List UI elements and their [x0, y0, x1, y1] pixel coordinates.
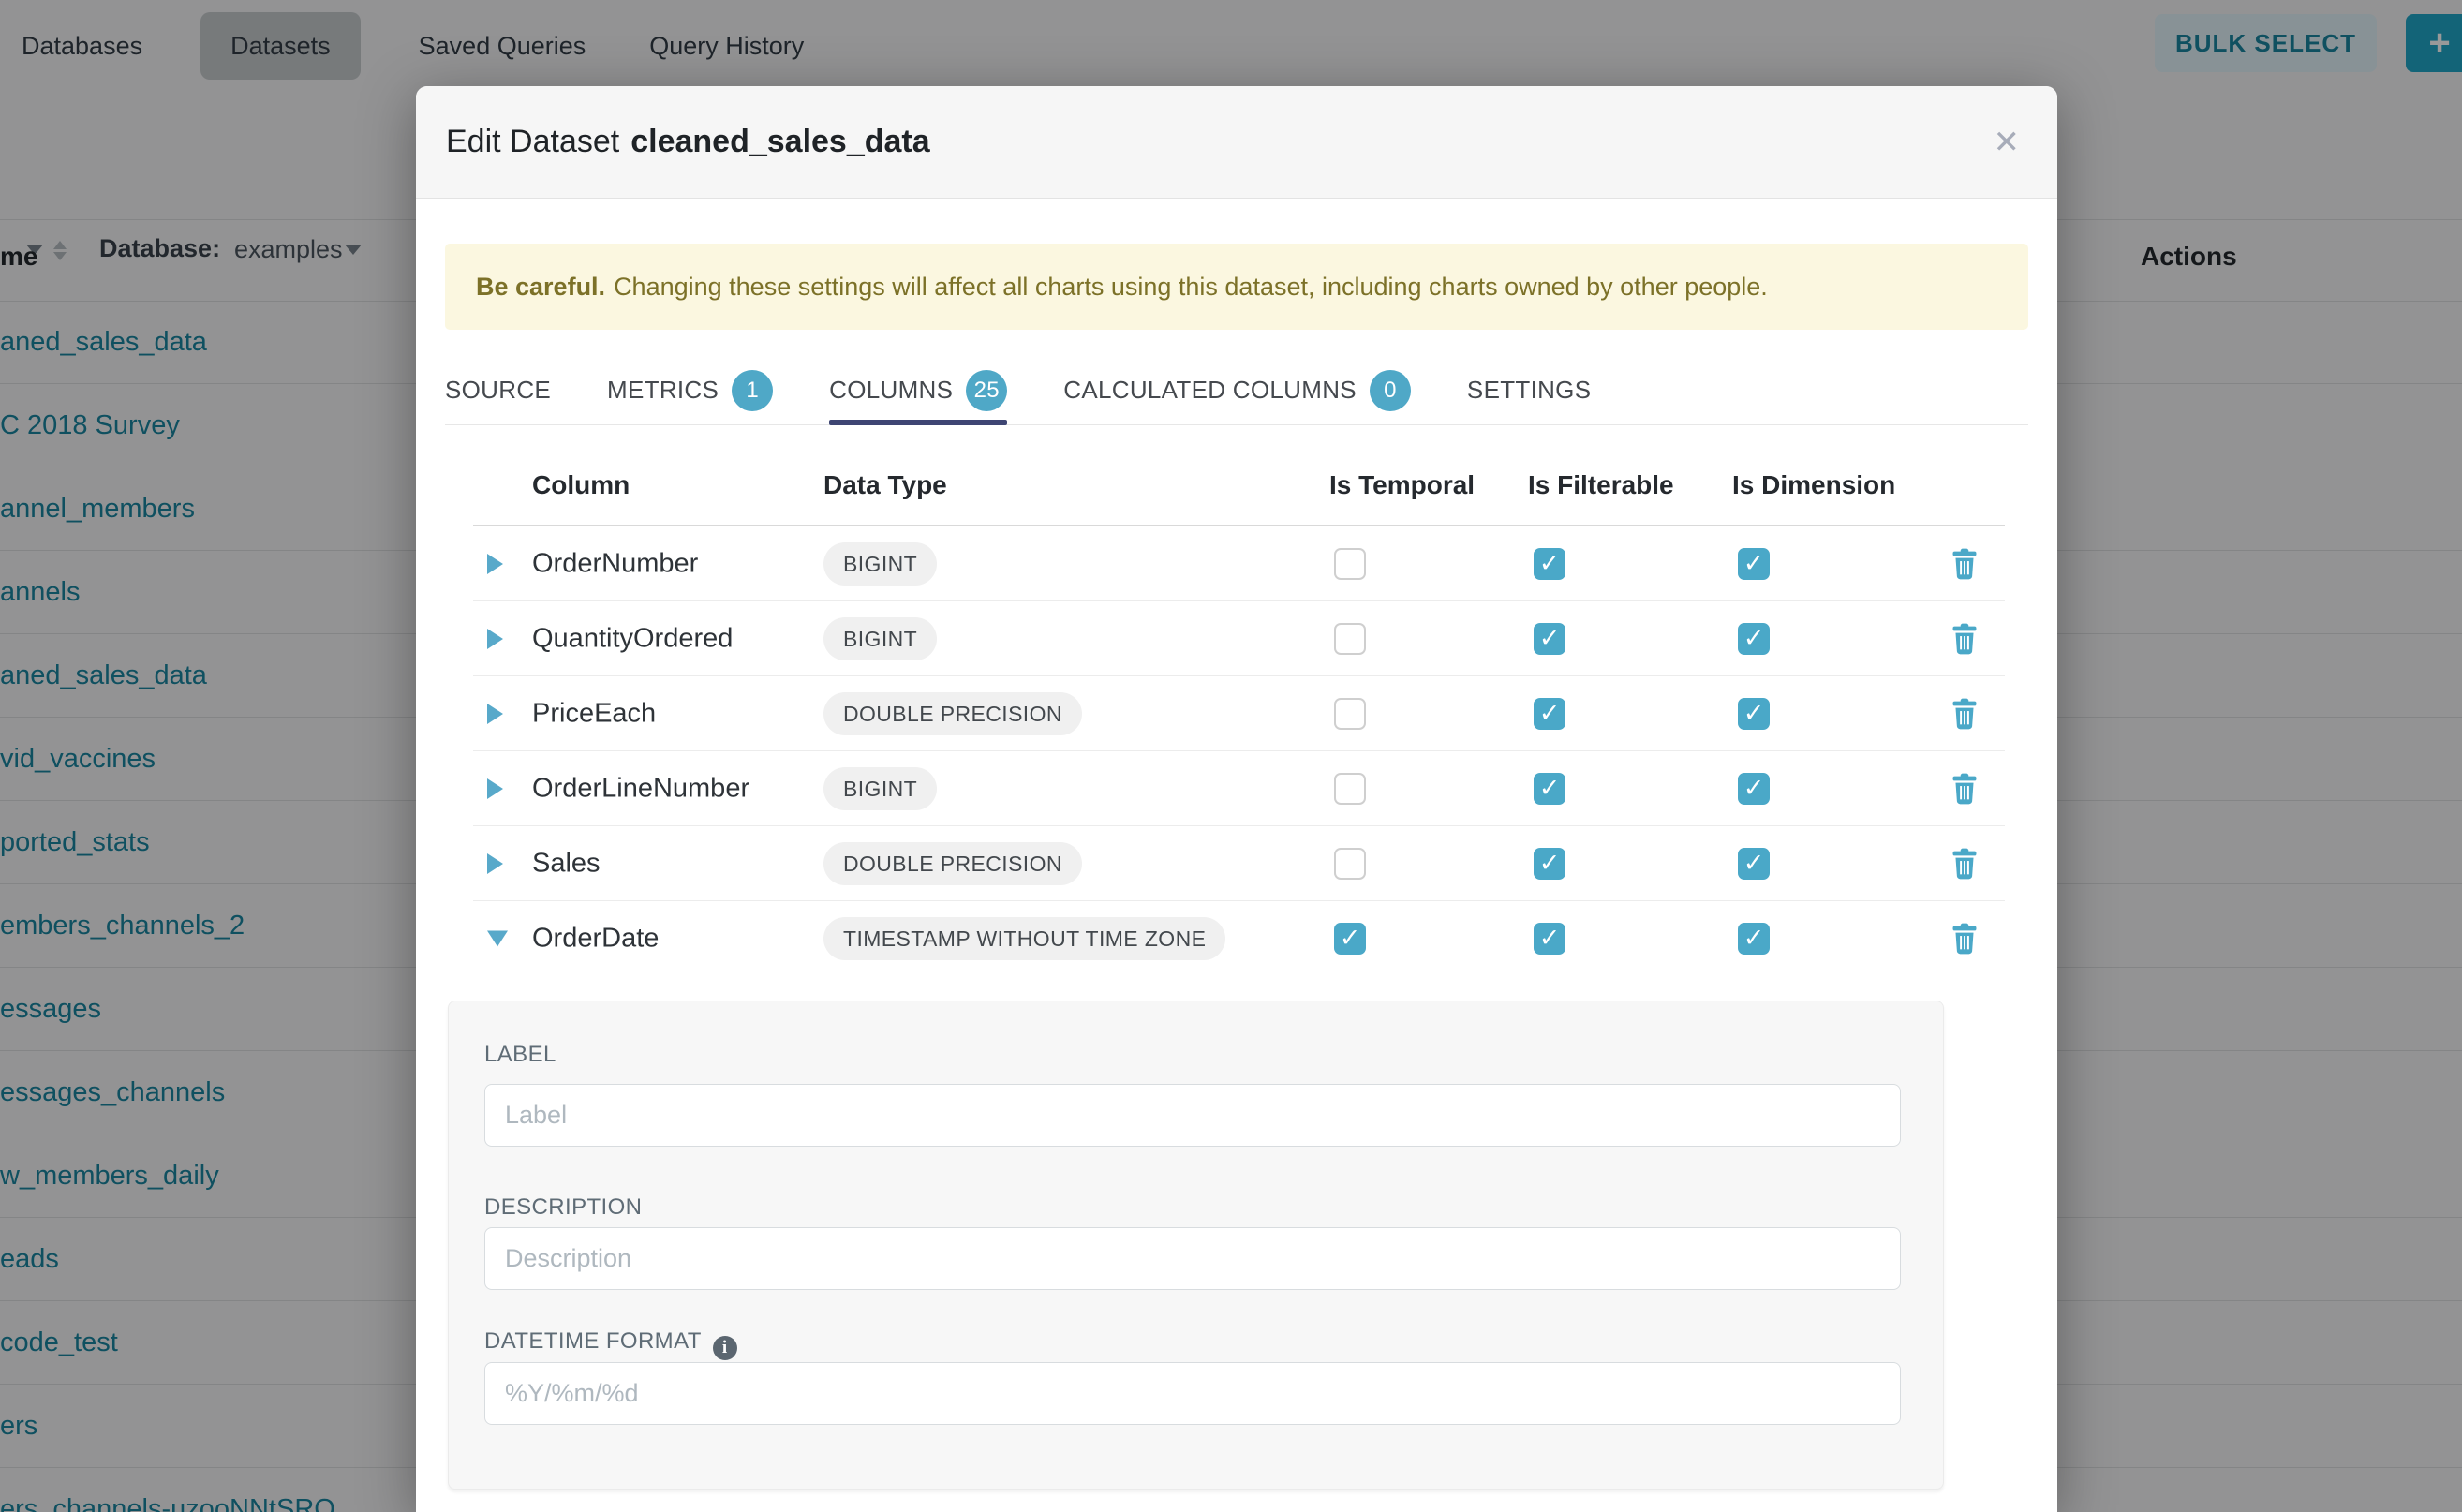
column-name: OrderDate [532, 923, 659, 954]
column-row: OrderDate TIMESTAMP WITHOUT TIME ZONE [473, 901, 2005, 975]
columns-table-header: Column Data Type Is Temporal Is Filterab… [473, 448, 2005, 526]
data-type-header: Data Type [823, 470, 947, 500]
label-field-label: LABEL [484, 1042, 556, 1068]
delete-column-icon[interactable] [1950, 773, 1979, 805]
modal-tabs: SOURCE METRICS 1 COLUMNS 25 CALCULATED C… [445, 356, 2028, 425]
column-row: OrderLineNumber BIGINT [473, 751, 2005, 826]
datetime-format-field-label: DATETIME FORMAT i [484, 1328, 737, 1360]
column-name: OrderNumber [532, 548, 698, 579]
tab-columns[interactable]: COLUMNS 25 [829, 356, 1007, 424]
expand-caret-icon[interactable] [487, 704, 503, 724]
edit-dataset-modal: Edit Dataset cleaned_sales_data ✕ Be car… [416, 86, 2057, 1512]
info-icon[interactable]: i [713, 1336, 737, 1360]
is-filterable-checkbox[interactable] [1534, 773, 1565, 805]
is-dimension-checkbox[interactable] [1738, 773, 1770, 805]
column-header: Column [532, 470, 630, 500]
is-temporal-checkbox[interactable] [1334, 698, 1366, 730]
data-type-badge: BIGINT [823, 767, 937, 810]
is-filterable-checkbox[interactable] [1534, 548, 1565, 580]
is-temporal-checkbox[interactable] [1334, 923, 1366, 955]
data-type-badge: DOUBLE PRECISION [823, 842, 1082, 885]
is-dimension-checkbox[interactable] [1738, 548, 1770, 580]
tab-label: METRICS [607, 376, 719, 405]
data-type-badge: DOUBLE PRECISION [823, 692, 1082, 735]
column-row: QuantityOrdered BIGINT [473, 601, 2005, 676]
delete-column-icon[interactable] [1950, 848, 1979, 880]
columns-table-body: OrderNumber BIGINT QuantityOrdered BIGI [473, 526, 2005, 975]
datetime-format-label-text: DATETIME FORMAT [484, 1328, 702, 1354]
data-type-badge: TIMESTAMP WITHOUT TIME ZONE [823, 917, 1225, 960]
warning-bold-text: Be careful. [476, 273, 605, 302]
column-detail-panel: LABEL DESCRIPTION DATETIME FORMAT i [448, 1001, 1944, 1490]
app-root: Databases Datasets Saved Queries Query H… [0, 0, 2462, 1512]
is-dimension-header: Is Dimension [1732, 470, 1895, 500]
is-dimension-checkbox[interactable] [1738, 698, 1770, 730]
datetime-format-input[interactable] [484, 1362, 1901, 1425]
column-row: Sales DOUBLE PRECISION [473, 826, 2005, 901]
column-name: OrderLineNumber [532, 773, 749, 804]
data-type-badge: BIGINT [823, 617, 937, 660]
tab-count-badge: 0 [1370, 370, 1411, 411]
tab-label: CALCULATED COLUMNS [1063, 376, 1357, 405]
close-icon[interactable]: ✕ [1994, 86, 2021, 198]
is-temporal-checkbox[interactable] [1334, 623, 1366, 655]
is-dimension-checkbox[interactable] [1738, 848, 1770, 880]
is-filterable-header: Is Filterable [1528, 470, 1674, 500]
delete-column-icon[interactable] [1950, 698, 1979, 730]
column-row: OrderNumber BIGINT [473, 526, 2005, 601]
delete-column-icon[interactable] [1950, 923, 1979, 955]
tab-label: SOURCE [445, 376, 551, 405]
tab-label: SETTINGS [1467, 376, 1591, 405]
is-dimension-checkbox[interactable] [1738, 623, 1770, 655]
is-temporal-checkbox[interactable] [1334, 848, 1366, 880]
delete-column-icon[interactable] [1950, 548, 1979, 580]
modal-header: Edit Dataset cleaned_sales_data ✕ [416, 86, 2057, 199]
expand-caret-icon[interactable] [487, 778, 503, 799]
modal-title-prefix: Edit Dataset [446, 124, 619, 160]
expand-caret-icon[interactable] [487, 554, 503, 574]
description-field-label: DESCRIPTION [484, 1194, 642, 1221]
is-filterable-checkbox[interactable] [1534, 698, 1565, 730]
tab-count-badge: 25 [966, 370, 1007, 411]
is-filterable-checkbox[interactable] [1534, 848, 1565, 880]
is-dimension-checkbox[interactable] [1738, 923, 1770, 955]
is-filterable-checkbox[interactable] [1534, 623, 1565, 655]
column-row: PriceEach DOUBLE PRECISION [473, 676, 2005, 751]
tab-metrics[interactable]: METRICS 1 [607, 356, 773, 424]
column-name: Sales [532, 848, 601, 879]
modal-title: Edit Dataset cleaned_sales_data [446, 86, 930, 198]
label-input[interactable] [484, 1084, 1901, 1147]
tab-count-badge: 1 [732, 370, 773, 411]
tab-source[interactable]: SOURCE [445, 356, 551, 424]
data-type-badge: BIGINT [823, 542, 937, 586]
tab-label: COLUMNS [829, 376, 953, 405]
is-temporal-checkbox[interactable] [1334, 548, 1366, 580]
dataset-name: cleaned_sales_data [630, 124, 929, 160]
tab-calculated-columns[interactable]: CALCULATED COLUMNS 0 [1063, 356, 1411, 424]
expand-caret-icon[interactable] [487, 629, 503, 649]
column-name: PriceEach [532, 698, 656, 729]
warning-banner: Be careful. Changing these settings will… [445, 244, 2028, 330]
is-filterable-checkbox[interactable] [1534, 923, 1565, 955]
delete-column-icon[interactable] [1950, 623, 1979, 655]
columns-table: Column Data Type Is Temporal Is Filterab… [473, 448, 2005, 975]
description-input[interactable] [484, 1227, 1901, 1290]
tab-settings[interactable]: SETTINGS [1467, 356, 1591, 424]
is-temporal-header: Is Temporal [1329, 470, 1475, 500]
column-name: QuantityOrdered [532, 623, 733, 654]
warning-text: Changing these settings will affect all … [614, 273, 1768, 302]
expand-caret-icon[interactable] [487, 853, 503, 874]
is-temporal-checkbox[interactable] [1334, 773, 1366, 805]
expand-caret-icon[interactable] [487, 930, 508, 946]
